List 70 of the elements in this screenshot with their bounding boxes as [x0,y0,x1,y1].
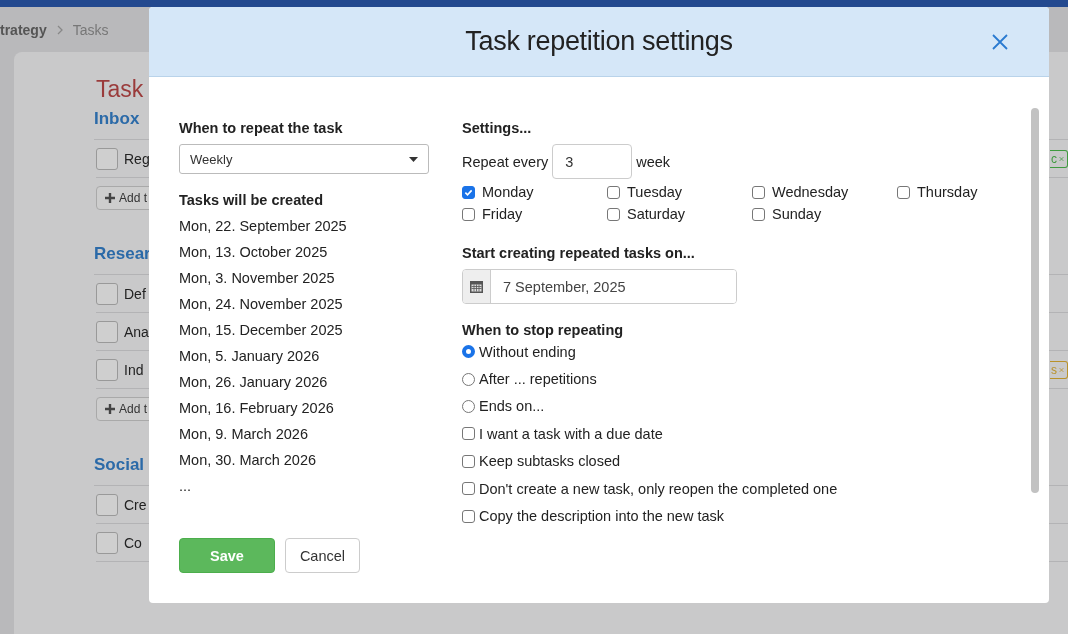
date-item: Mon, 15. December 2025 [179,321,344,340]
task-title[interactable]: Reg [124,150,150,167]
field-label: When to repeat the task [179,120,344,136]
date-field[interactable]: 7 September, 2025 [462,269,737,304]
interval-input[interactable]: 3 [552,144,633,179]
option-label: Copy the description into the new task [479,508,725,525]
option-label: After ... repetitions [479,371,597,388]
caret-icon [409,156,418,162]
chevron-right-icon [56,24,63,35]
scrollbar[interactable] [1031,108,1039,493]
radio-button[interactable] [462,399,475,413]
date-item: Mon, 22. September 2025 [179,217,348,236]
task-checkbox[interactable] [96,320,118,343]
checkbox[interactable] [607,207,620,221]
day-label: Tuesday [627,184,683,200]
calendar-icon [470,280,483,293]
checkbox[interactable] [752,185,765,199]
option-label: I want a task with a due date [479,425,663,442]
date-item: Mon, 13. October 2025 [179,243,329,262]
tag: s [1050,360,1068,379]
task-checkbox[interactable] [96,493,118,516]
radio-button[interactable] [462,345,475,359]
task-title[interactable]: Def [124,285,146,302]
repeat-select[interactable]: Weekly [179,144,429,174]
section-label: Start creating repeated tasks on... [462,245,696,261]
task-title[interactable]: Cre [124,496,147,513]
day-label: Wednesday [772,184,849,200]
checkbox[interactable] [897,185,910,199]
checkbox[interactable] [462,185,475,199]
day-label: Sunday [772,206,822,222]
date-item: Mon, 24. November 2025 [179,295,344,314]
date-item: Mon, 9. March 2026 [179,425,309,444]
cancel-button[interactable]: Cancel [284,538,360,573]
day-label: Monday [482,184,534,200]
checkbox[interactable] [462,207,475,221]
page-title: Task [96,76,145,103]
section-label: Tasks will be created [179,192,324,208]
radio-button[interactable] [462,372,475,386]
section-label: Settings... [462,120,533,136]
tag: c [1050,149,1068,168]
date-item: Mon, 16. February 2026 [179,399,335,418]
checkbox[interactable] [462,482,475,496]
plus-icon [105,404,115,414]
task-checkbox[interactable] [96,358,118,381]
task-checkbox[interactable] [96,147,118,170]
day-label: Saturday [627,206,686,222]
option-label: Ends on... [479,398,545,415]
checkbox[interactable] [752,207,765,221]
unit-label: week [636,153,671,170]
checkbox[interactable] [607,185,620,199]
task-title[interactable]: Ana [124,323,149,340]
field-label: Repeat every [462,153,549,170]
plus-icon [105,193,115,203]
breadcrumb-link[interactable]: trategy [0,21,47,38]
dialog-title: Task repetition settings [465,26,733,57]
option-label: Keep subtasks closed [479,453,621,470]
task-checkbox[interactable] [96,531,118,554]
day-label: Friday [482,206,523,222]
close-icon [992,34,1008,50]
checkbox[interactable] [462,509,475,523]
checkbox[interactable] [462,427,475,441]
task-checkbox[interactable] [96,282,118,305]
day-label: Thursday [917,184,978,200]
section-label: When to stop repeating [462,322,625,338]
option-label: Without ending [479,343,576,360]
date-item: Mon, 5. January 2026 [179,347,321,366]
date-item: Mon, 26. January 2026 [179,373,329,392]
checkbox[interactable] [462,454,475,468]
task-title[interactable]: Ind [124,361,144,378]
task-title[interactable]: Co [124,534,142,551]
